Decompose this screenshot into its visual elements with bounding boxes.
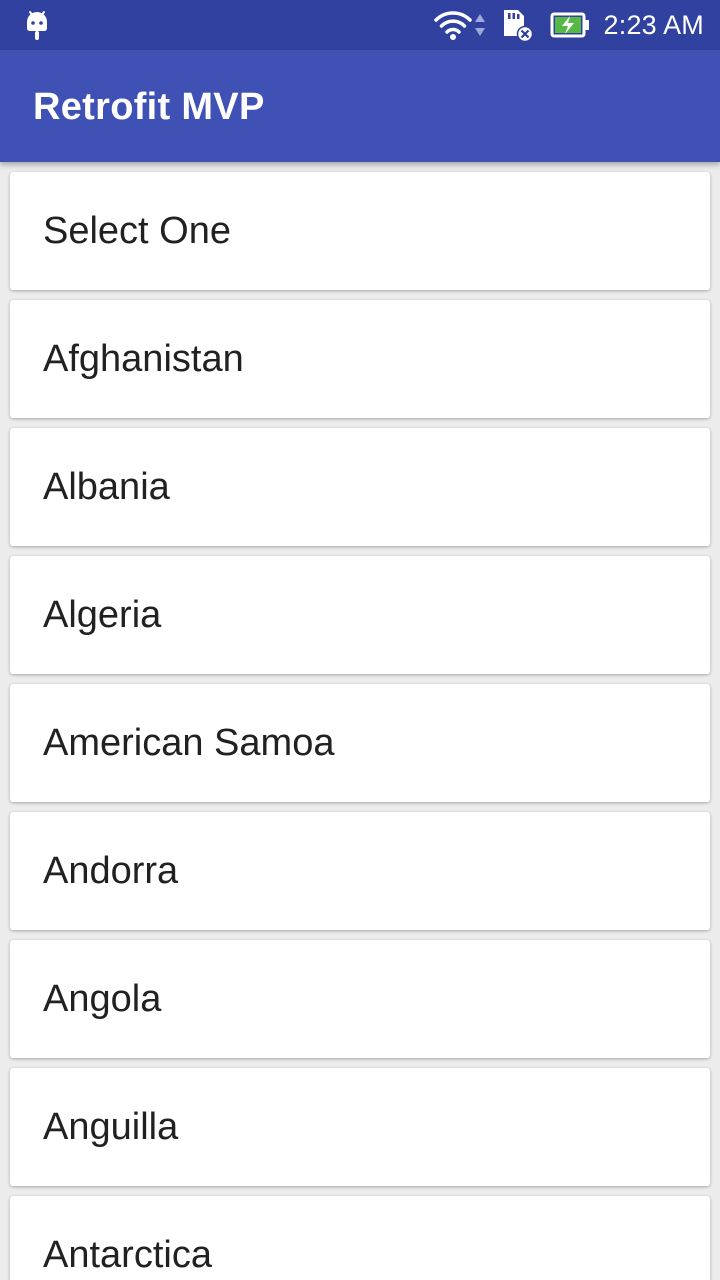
- country-list[interactable]: Select One Afghanistan Albania Algeria A…: [0, 162, 720, 1280]
- list-item-label: Antarctica: [43, 1234, 212, 1276]
- app-title: Retrofit MVP: [33, 86, 265, 128]
- data-activity-icon: [474, 11, 486, 39]
- list-item-albania[interactable]: Albania: [10, 428, 710, 546]
- list-item-label: Albania: [43, 466, 170, 508]
- status-bar: 2:23 AM: [0, 0, 720, 50]
- list-item-anguilla[interactable]: Anguilla: [10, 1068, 710, 1186]
- list-item-afghanistan[interactable]: Afghanistan: [10, 300, 710, 418]
- list-item-antarctica[interactable]: Antarctica: [10, 1196, 710, 1280]
- android-icon: [22, 8, 52, 42]
- wifi-icon: [433, 9, 472, 41]
- list-item-label: Afghanistan: [43, 338, 244, 380]
- list-item-american-samoa[interactable]: American Samoa: [10, 684, 710, 802]
- list-item-algeria[interactable]: Algeria: [10, 556, 710, 674]
- list-item-label: Algeria: [43, 594, 162, 636]
- list-item-andorra[interactable]: Andorra: [10, 812, 710, 930]
- list-item-label: Andorra: [43, 850, 179, 892]
- list-item-angola[interactable]: Angola: [10, 940, 710, 1058]
- list-item-label: Anguilla: [43, 1106, 179, 1148]
- status-time: 2:23 AM: [603, 9, 704, 40]
- list-item-label: American Samoa: [43, 722, 335, 764]
- list-item-label: Select One: [43, 210, 231, 252]
- battery-charging-icon: [550, 11, 590, 39]
- app-bar: Retrofit MVP: [0, 50, 720, 162]
- sd-card-error-icon: [500, 8, 534, 42]
- list-item-select-one[interactable]: Select One: [10, 172, 710, 290]
- list-item-label: Angola: [43, 978, 162, 1020]
